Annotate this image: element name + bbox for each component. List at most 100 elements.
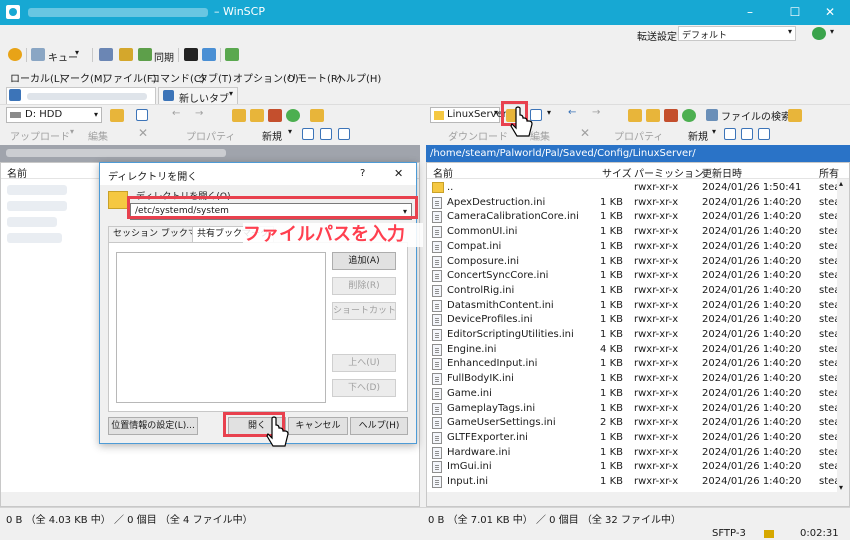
table-row[interactable]: Compat.ini 1 KB rwxr-xr-x 2024/01/26 1:40:2…: [427, 240, 840, 255]
menu-local[interactable]: ローカル(L): [10, 70, 63, 85]
help-button[interactable]: ヘルプ(H): [350, 417, 408, 435]
table-row[interactable]: GLTFExporter.ini 1 KB rwxr-xr-x 2024/01/26 …: [427, 431, 840, 446]
remote-col-size[interactable]: サイズ: [602, 165, 632, 180]
remote-path-bar[interactable]: /home/steam/Palworld/Pal/Saved/Config/Li…: [426, 145, 850, 162]
home-icon[interactable]: [664, 109, 678, 122]
remote-new-button[interactable]: 新規: [688, 128, 708, 143]
chevron-down-icon[interactable]: ▾: [712, 127, 716, 136]
chevron-down-icon[interactable]: ▾: [830, 27, 834, 36]
find-files-button[interactable]: ファイルの検索: [721, 108, 791, 123]
globe-icon[interactable]: [812, 27, 826, 40]
chevron-down-icon[interactable]: ▾: [494, 108, 498, 117]
delete-icon[interactable]: ✕: [138, 126, 148, 140]
chevron-down-icon[interactable]: ▾: [547, 108, 551, 117]
tab-new[interactable]: 新しいタブ ▾: [158, 87, 238, 105]
add-bookmark-button[interactable]: 追加(A): [332, 252, 396, 270]
menu-remote[interactable]: リモート(R): [287, 70, 342, 85]
move-down-button[interactable]: 下へ(D): [332, 379, 396, 397]
chevron-down-icon[interactable]: ▾: [70, 127, 74, 136]
root-dir-icon[interactable]: [250, 109, 264, 122]
root-dir-icon[interactable]: [646, 109, 660, 122]
dialog-help-button[interactable]: ?: [360, 168, 365, 179]
minus-icon[interactable]: [320, 128, 332, 140]
close-button[interactable]: ✕: [810, 0, 850, 25]
remote-vertical-scrollbar[interactable]: ▴ ▾: [837, 179, 849, 492]
local-horizontal-scrollbar[interactable]: [1, 492, 419, 506]
table-row[interactable]: ControlRig.ini 1 KB rwxr-xr-x 2024/01/26 1:…: [427, 284, 840, 299]
remote-col-name[interactable]: 名前: [433, 165, 453, 180]
table-row[interactable]: ApexDestruction.ini 1 KB rwxr-xr-x 2024/01/…: [427, 196, 840, 211]
location-settings-button[interactable]: 位置情報の設定(L)...: [108, 417, 198, 435]
scroll-down-icon[interactable]: ▾: [839, 483, 843, 492]
table-row[interactable]: Composure.ini 1 KB rwxr-xr-x 2024/01/26 1:4…: [427, 255, 840, 270]
refresh-icon[interactable]: [682, 109, 696, 122]
terminal-icon[interactable]: [184, 48, 198, 61]
delete-bookmark-button[interactable]: 削除(R): [332, 277, 396, 295]
filter-icon[interactable]: [758, 128, 770, 140]
download-button[interactable]: ダウンロード: [448, 128, 508, 143]
forward-arrow-icon[interactable]: →: [195, 108, 203, 119]
local-path-bar[interactable]: [0, 145, 420, 162]
remote-horizontal-scrollbar[interactable]: [427, 492, 849, 506]
minimize-button[interactable]: –: [730, 0, 770, 25]
table-row[interactable]: DeviceProfiles.ini 1 KB rwxr-xr-x 2024/01/2…: [427, 313, 840, 328]
refresh-icon[interactable]: [286, 109, 300, 122]
bookmark-icon[interactable]: [788, 109, 802, 122]
table-row[interactable]: Engine.ini 4 KB rwxr-xr-x 2024/01/26 1:40:2…: [427, 343, 840, 358]
new-button[interactable]: 新規: [262, 128, 282, 143]
remote-col-owner[interactable]: 所有: [819, 165, 839, 180]
menu-help[interactable]: ヘルプ(H): [336, 70, 381, 85]
sync-button[interactable]: 同期: [154, 49, 174, 64]
remote-col-modified[interactable]: 更新日時: [702, 165, 742, 180]
table-row[interactable]: EditorScriptingUtilities.ini 1 KB rwxr-xr-…: [427, 328, 840, 343]
scroll-up-icon[interactable]: ▴: [839, 179, 843, 188]
local-col-name[interactable]: 名前: [7, 165, 27, 180]
table-row[interactable]: .. rwxr-xr-x 2024/01/26 1:50:41 stea: [427, 181, 840, 196]
local-drive-select[interactable]: D: HDD ▾: [6, 107, 102, 123]
queue-button[interactable]: キュー: [48, 49, 78, 64]
chevron-down-icon[interactable]: ▾: [75, 48, 79, 57]
parent-dir-icon[interactable]: [628, 109, 642, 122]
gear-icon[interactable]: [8, 48, 22, 61]
table-row[interactable]: ImGui.ini 1 KB rwxr-xr-x 2024/01/26 1:40:20…: [427, 460, 840, 475]
properties-button[interactable]: プロパティ: [186, 128, 235, 143]
bookmark-icon[interactable]: [310, 109, 324, 122]
table-row[interactable]: FullBodyIK.ini 1 KB rwxr-xr-x 2024/01/26 1:…: [427, 372, 840, 387]
minus-icon[interactable]: [741, 128, 753, 140]
refresh-session-icon[interactable]: [225, 48, 239, 61]
forward-arrow-icon[interactable]: →: [592, 107, 600, 118]
edit-button[interactable]: 編集: [88, 128, 108, 143]
remote-properties-button[interactable]: プロパティ: [614, 128, 663, 143]
maximize-button[interactable]: ☐: [775, 0, 815, 25]
table-row[interactable]: EnhancedInput.ini 1 KB rwxr-xr-x 2024/01/26…: [427, 357, 840, 372]
menu-file[interactable]: ファイル(F): [103, 70, 157, 85]
cancel-button[interactable]: キャンセル: [288, 417, 348, 435]
parent-dir-icon[interactable]: [232, 109, 246, 122]
table-row[interactable]: Hardware.ini 1 KB rwxr-xr-x 2024/01/26 1:40…: [427, 446, 840, 461]
table-row[interactable]: GameUserSettings.ini 2 KB rwxr-xr-x 2024/01…: [427, 416, 840, 431]
table-row[interactable]: CommonUI.ini 1 KB rwxr-xr-x 2024/01/26 1:40…: [427, 225, 840, 240]
table-row[interactable]: Game.ini 1 KB rwxr-xr-x 2024/01/26 1:40:20 s…: [427, 387, 840, 402]
menu-command[interactable]: コマンド(C): [150, 70, 205, 85]
compare-dirs-icon[interactable]: [99, 48, 113, 61]
table-row[interactable]: CameraCalibrationCore.ini 1 KB rwxr-xr-x 20…: [427, 210, 840, 225]
putty-icon[interactable]: [202, 48, 216, 61]
filter-icon[interactable]: [338, 128, 350, 140]
find-files-icon[interactable]: [706, 109, 718, 121]
dialog-close-button[interactable]: ✕: [394, 167, 403, 180]
upload-button[interactable]: アップロード: [10, 128, 70, 143]
back-arrow-icon[interactable]: ←: [172, 108, 180, 119]
plus-icon[interactable]: [724, 128, 736, 140]
table-row[interactable]: Input.ini 1 KB rwxr-xr-x 2024/01/26 1:40:20…: [427, 475, 840, 490]
chevron-down-icon[interactable]: ▾: [288, 127, 292, 136]
plus-icon[interactable]: [302, 128, 314, 140]
sync-icon[interactable]: [138, 48, 152, 61]
filter-icon[interactable]: [136, 109, 148, 121]
menu-mark[interactable]: マーク(M): [60, 70, 106, 85]
back-arrow-icon[interactable]: ←: [568, 107, 576, 118]
home-icon[interactable]: [268, 109, 282, 122]
shortcut-button[interactable]: ショートカット(S)...: [332, 302, 396, 320]
delete-icon[interactable]: ✕: [580, 126, 590, 140]
menu-tab[interactable]: タブ(T): [198, 70, 232, 85]
transfer-settings-select[interactable]: デフォルト ▾: [678, 26, 796, 41]
